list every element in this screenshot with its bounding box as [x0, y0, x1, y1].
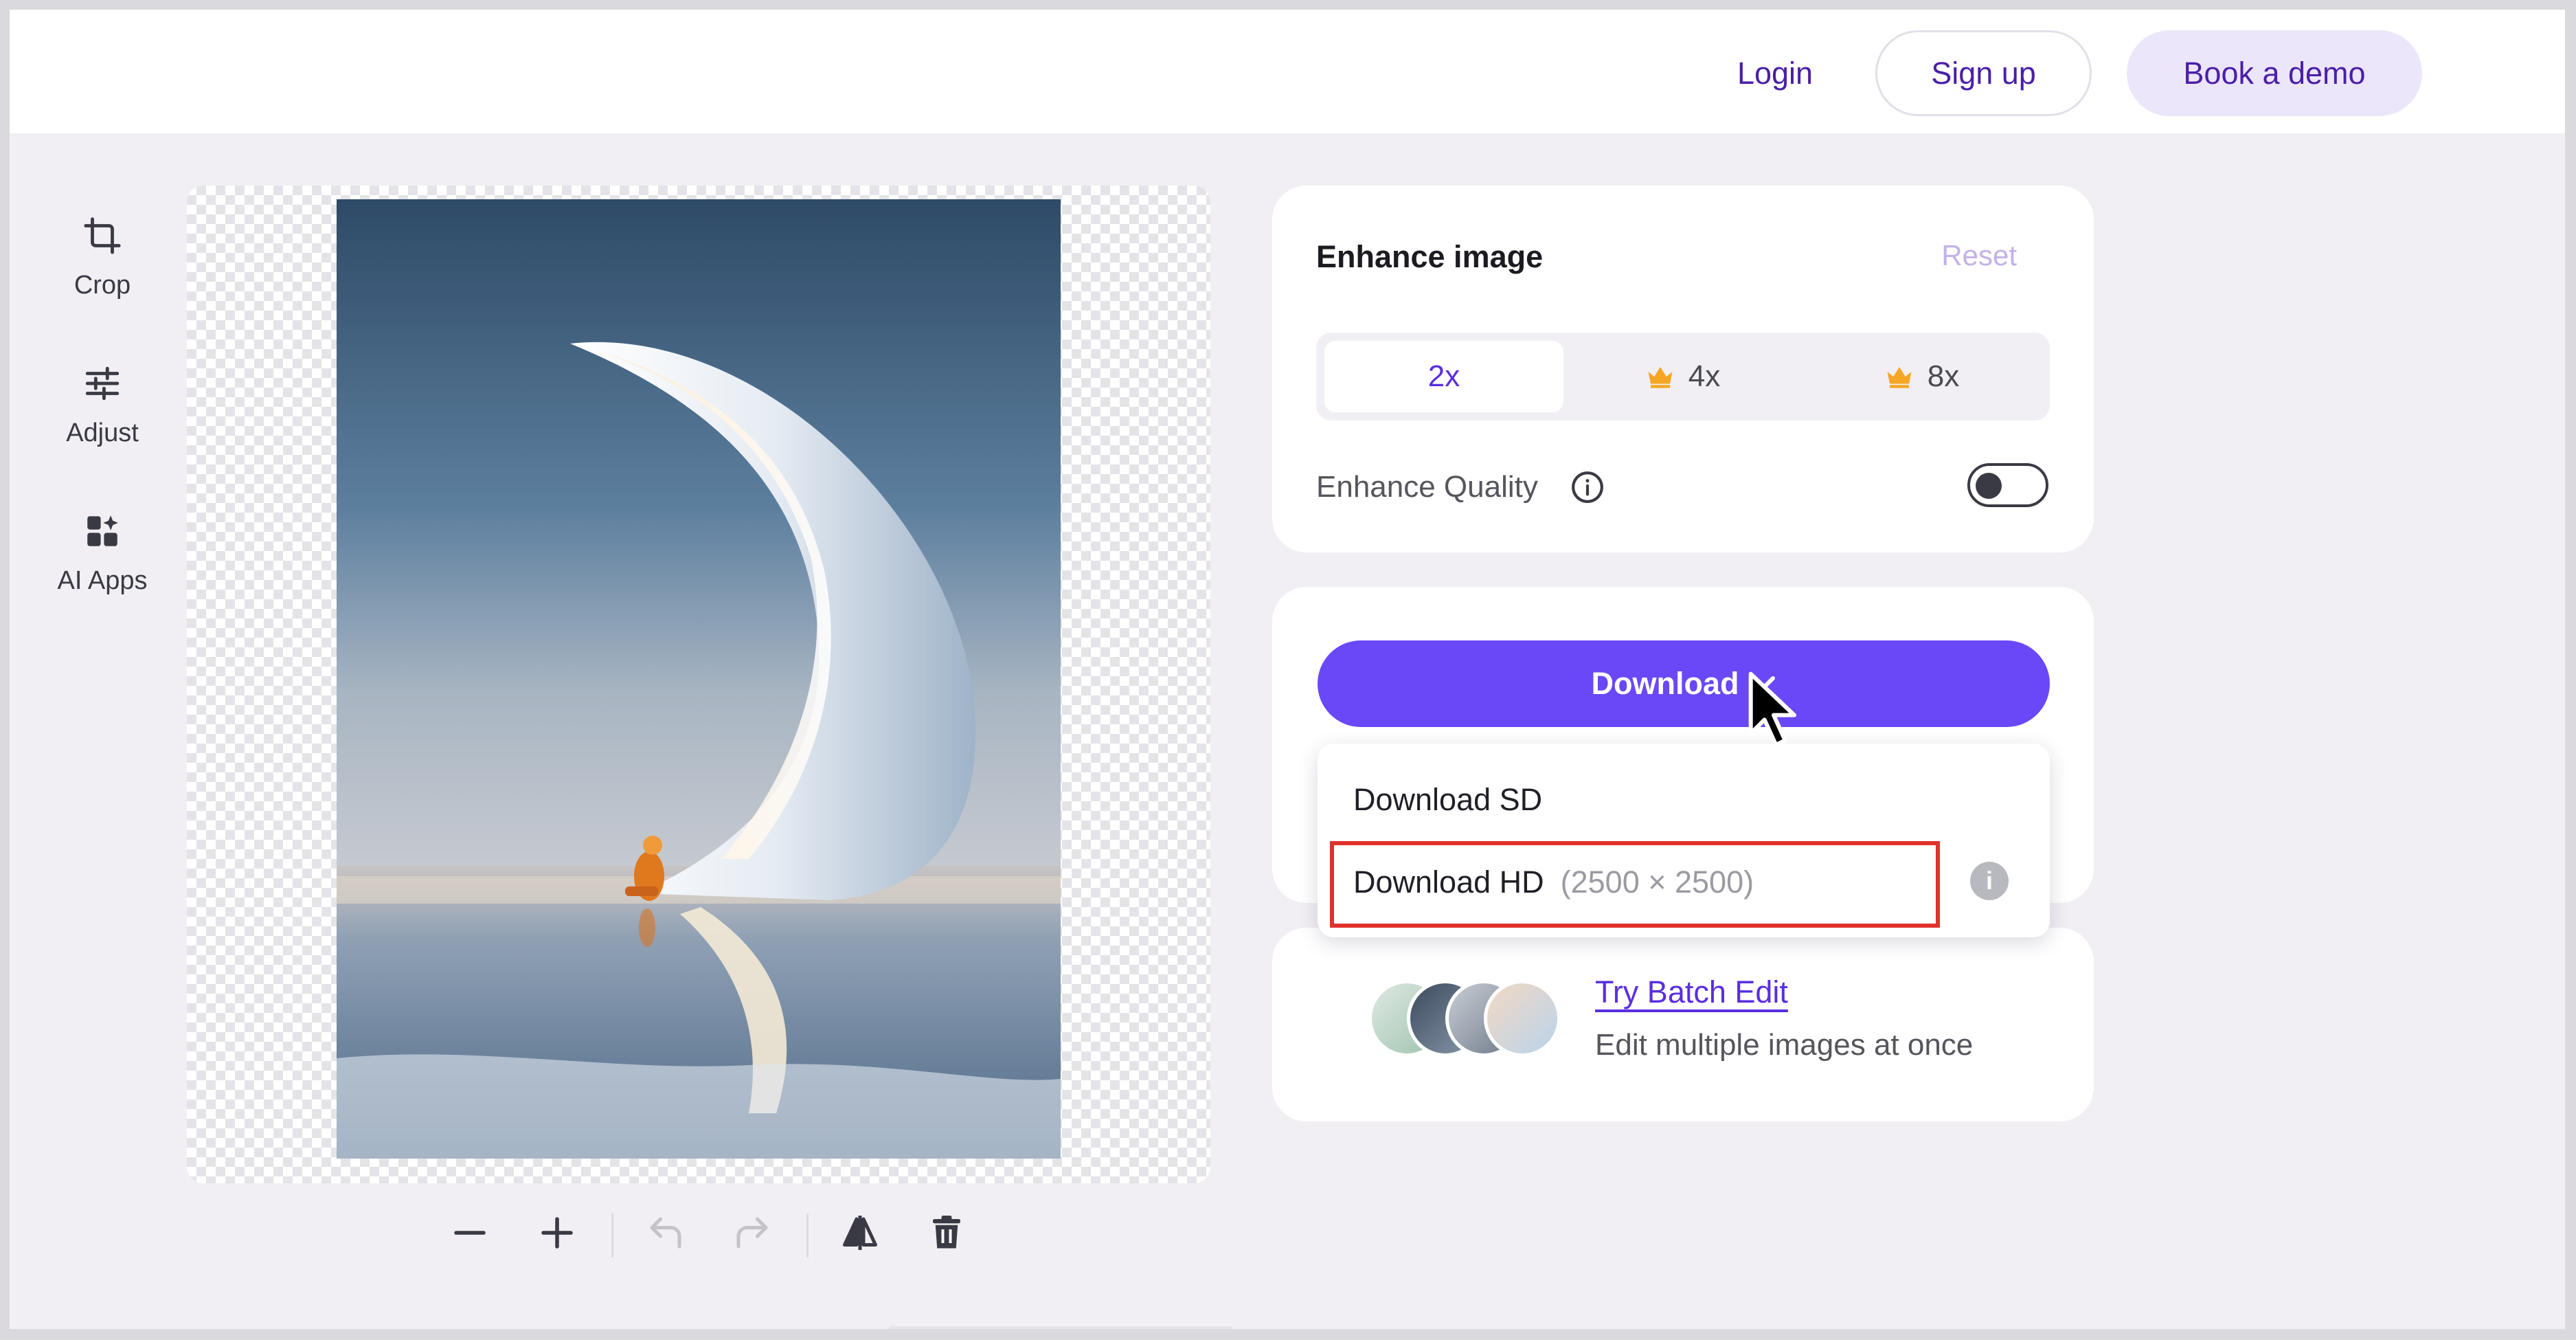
download-sd-option[interactable]: Download SD [1353, 782, 1542, 818]
login-link[interactable]: Login [1703, 30, 1847, 116]
tool-adjust[interactable]: Adjust [23, 357, 181, 494]
crown-icon [1648, 367, 1673, 388]
toolbar-divider [611, 1214, 613, 1258]
image-canvas[interactable] [187, 186, 1210, 1183]
toolbar-divider [806, 1214, 809, 1258]
download-hd-label: Download HD [1353, 864, 1544, 900]
zoom-in-button[interactable] [530, 1205, 585, 1260]
download-hd-option[interactable]: Download HD (2500 × 2500) [1353, 864, 1754, 900]
sliders-icon [85, 366, 120, 401]
download-label: Download [1591, 666, 1739, 701]
flip-button[interactable] [833, 1205, 888, 1260]
tool-label: Adjust [66, 418, 139, 447]
scale-label: 4x [1688, 359, 1721, 393]
reset-button[interactable]: Reset [1941, 239, 2017, 272]
hd-info-icon[interactable]: i [1970, 862, 2009, 900]
redo-button[interactable] [725, 1205, 780, 1260]
undo-icon [650, 1217, 681, 1249]
scale-option-2x[interactable]: 2x [1324, 341, 1563, 412]
crop-icon [84, 217, 121, 254]
tool-crop[interactable]: Crop [23, 209, 181, 346]
enhance-panel: Enhance image Reset 2x 4x 8x Enhance Qua… [1272, 186, 2094, 552]
mouse-cursor-icon [1748, 671, 1796, 747]
flip-icon [843, 1216, 877, 1250]
enhance-quality-label: Enhance Quality [1316, 470, 1538, 504]
scale-option-4x[interactable]: 4x [1563, 341, 1803, 412]
scale-selector: 2x 4x 8x [1316, 333, 2050, 421]
undo-button[interactable] [638, 1205, 693, 1260]
tool-ai-apps[interactable]: AI Apps [23, 504, 181, 642]
minus-icon [454, 1231, 486, 1235]
info-icon[interactable] [1570, 470, 1605, 504]
download-button[interactable]: Download [1318, 640, 2050, 727]
scale-label: 8x [1927, 359, 1960, 393]
redo-icon [736, 1217, 768, 1249]
scale-option-8x[interactable]: 8x [1803, 341, 2042, 412]
tool-label: AI Apps [57, 566, 148, 595]
preview-image [337, 199, 1061, 1159]
try-batch-edit-link[interactable]: Try Batch Edit [1595, 974, 1788, 1010]
toggle-knob [1976, 473, 2002, 499]
batch-edit-panel: Try Batch Edit Edit multiple images at o… [1272, 928, 2094, 1121]
apps-icon [87, 515, 118, 546]
trash-icon [933, 1216, 960, 1249]
plus-icon [541, 1217, 573, 1249]
app-frame: Login Sign up Book a demo Crop Adjust AI… [10, 10, 2565, 1329]
scroll-indicator [889, 1326, 1232, 1329]
crown-icon [1887, 367, 1912, 388]
zoom-out-button[interactable] [442, 1205, 497, 1260]
batch-thumbnail [1484, 980, 1561, 1057]
download-hd-size: (2500 × 2500) [1560, 864, 1754, 900]
book-demo-button[interactable]: Book a demo [2127, 30, 2422, 116]
enhance-quality-toggle[interactable] [1967, 463, 2048, 507]
signup-button[interactable]: Sign up [1875, 30, 2092, 116]
top-header: Login Sign up Book a demo [10, 10, 2565, 133]
enhance-title: Enhance image [1316, 239, 1544, 274]
tool-label: Crop [74, 271, 131, 300]
scale-label: 2x [1427, 359, 1460, 393]
batch-edit-subtitle: Edit multiple images at once [1595, 1028, 1974, 1062]
download-dropdown: Download SD Download HD (2500 × 2500) i [1318, 744, 2050, 937]
delete-button[interactable] [919, 1205, 974, 1260]
